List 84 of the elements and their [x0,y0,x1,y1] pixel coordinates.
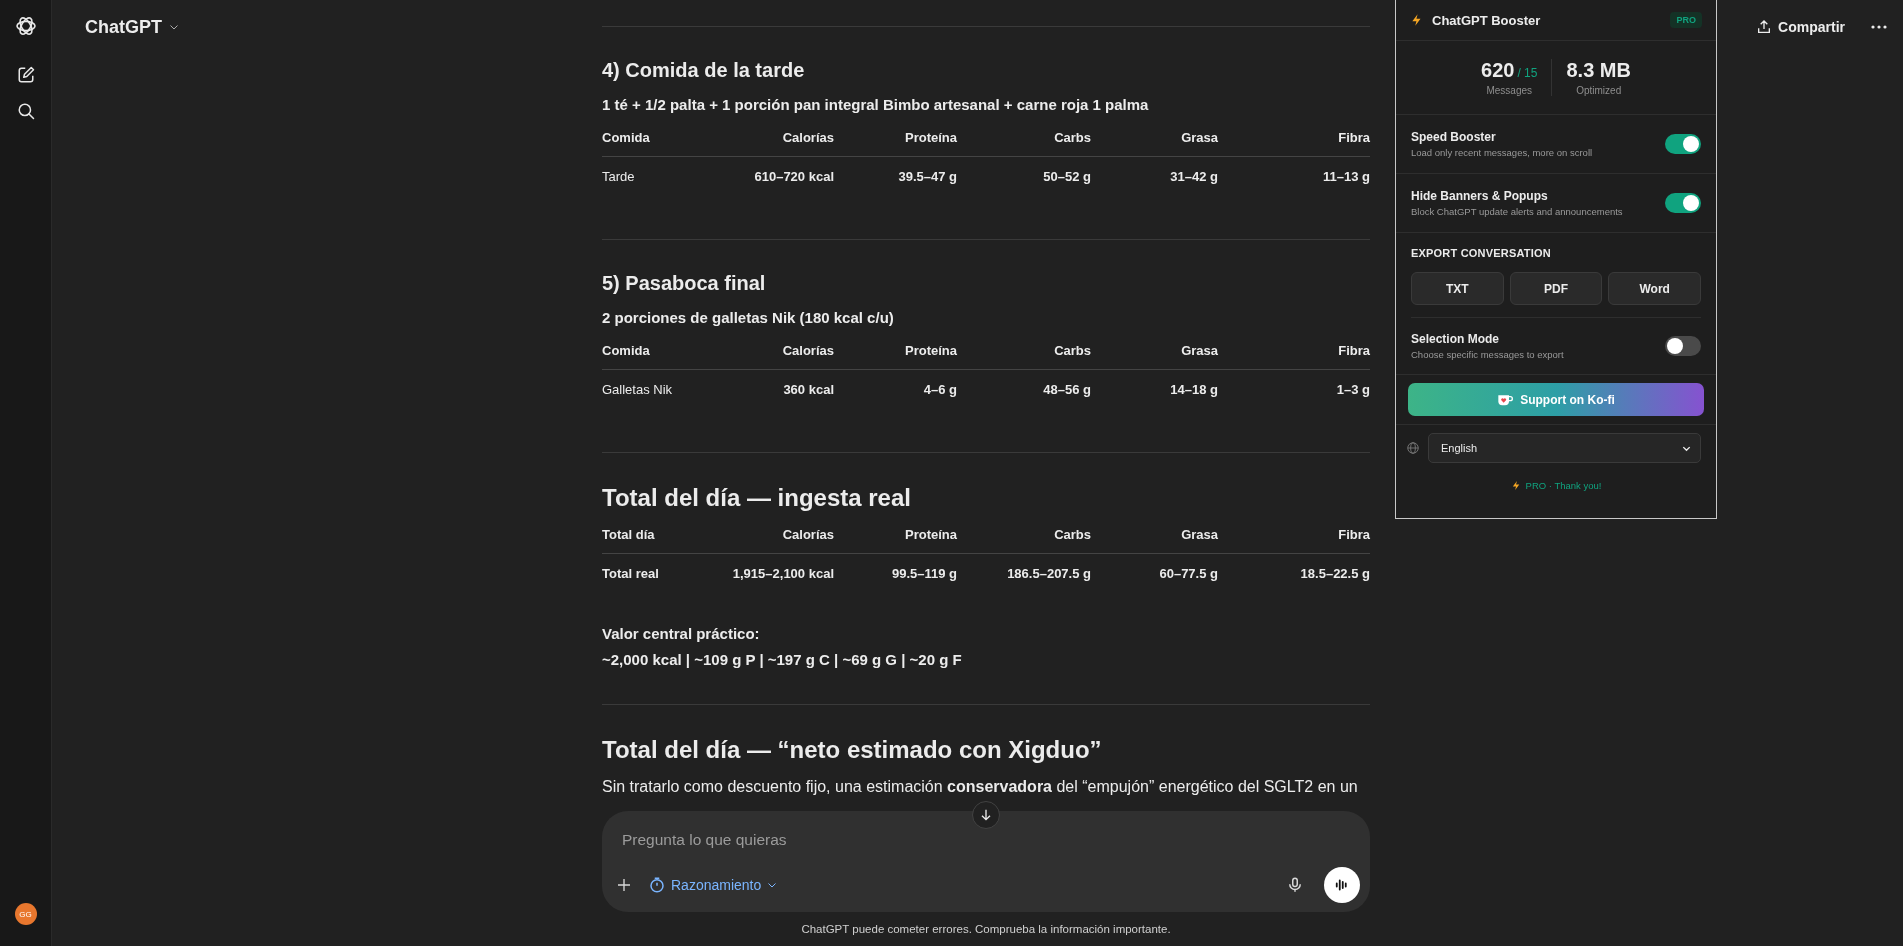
table-cell-text: Total real [602,565,660,583]
section-title: Total del día — “neto estimado con Xigduo” [602,735,1103,765]
stat-label: Messages [1486,85,1533,96]
export-button[interactable]: Word [1608,272,1701,305]
table-cell-text: 1,915–2,100 kcal [731,565,834,583]
setting-title: Speed Booster [1411,130,1497,144]
timer-icon [648,876,666,894]
table-cell-text: 360 kcal [782,381,834,399]
setting-title: Hide Banners & Popups [1411,189,1549,203]
summary-line: ~2,000 kcal | ~109 g P | ~197 g C | ~69 g G | ~20 g F [602,650,962,670]
export-button[interactable]: TXT [1411,272,1504,305]
stat-value: 8.3 MB [1566,59,1631,82]
table-cell-text: 18.5–22.5 g [1299,565,1370,583]
column-header: Grasa [1180,526,1218,544]
section-heading: EXPORT CONVERSATION [1411,247,1552,259]
upload-icon [1756,19,1773,35]
reasoning-mode-button[interactable]: Razonamiento [642,872,785,898]
stat-value: 620 [1481,59,1515,82]
setting-title: Selection Mode [1411,332,1500,346]
section-heading: 5) Pasaboca final [602,271,767,296]
pro-badge: PRO [1670,12,1702,28]
column-header: Fibra [1337,342,1370,360]
voice-mode-button[interactable] [1324,867,1360,903]
setting-description: Load only recent messages, more on scroll [1411,147,1594,158]
column-header: Carbs [1053,342,1091,360]
share-button[interactable]: Compartir [1752,13,1849,41]
section-title: Total del día — ingesta real [602,483,912,513]
new-chat-icon[interactable] [16,66,35,84]
setting-description: Choose specific messages to export [1411,349,1565,360]
table-cell-text: 99.5–119 g [890,565,957,583]
scroll-down-button[interactable] [972,801,1000,829]
toggle-switch[interactable] [1665,336,1701,356]
column-header: Fibra [1337,526,1370,544]
stat-label: Optimized [1576,85,1622,96]
column-header: Proteína [904,342,957,360]
section-subtitle: 2 porciones de galletas Nik (180 kcal c/u) [602,308,895,328]
export-button[interactable]: PDF [1509,272,1603,305]
paragraph: Sin tratarlo como descuento fijo, una estimación conservadora del “empujón” energético del SGLT2 en un [602,777,1358,797]
column-header: Calorías [781,129,834,147]
table-cell-text: Tarde [602,168,636,186]
plus-icon [616,877,632,893]
logo-icon[interactable] [13,14,38,38]
column-header: Grasa [1180,129,1218,147]
table-cell-text: 39.5–47 g [897,168,957,186]
column-header: Comida [602,129,651,147]
more-icon[interactable] [1871,25,1887,29]
summary-line: Valor central práctico: [602,624,760,644]
language-select[interactable]: English [1428,433,1701,463]
cup-icon [1497,392,1514,407]
section-subtitle: 1 té + 1/2 palta + 1 porción pan integral Bimbo artesanal + carne roja 1 palma [602,95,1150,115]
toggle-switch[interactable] [1665,193,1701,213]
column-header: Comida [602,342,651,360]
disclaimer-text: ChatGPT puede cometer errores. Comprueba la información importante. [801,923,1171,935]
column-header: Calorías [781,526,834,544]
search-icon[interactable] [16,102,35,120]
table-cell-text: 60–77.5 g [1158,565,1218,583]
table-cell-text: 11–13 g [1322,168,1370,186]
table-cell-text: 1–3 g [1335,381,1370,399]
message-field[interactable]: Pregunta lo que quieras Razonamiento [602,811,1370,912]
table-cell-text: 186.5–207.5 g [1006,565,1091,583]
thank-you-text: PRO · Thank you! [1525,480,1602,491]
column-header: Carbs [1053,526,1091,544]
model-selector[interactable]: ChatGPT [85,16,180,38]
stat-total: / 15 [1517,66,1538,80]
toggle-switch[interactable] [1665,134,1701,154]
table-cell-text: 31–42 g [1169,168,1218,186]
table-cell-text: Galletas Nik [602,381,674,399]
panel-title: ChatGPT Booster [1432,12,1542,28]
column-header: Grasa [1180,342,1218,360]
table-cell-text: 4–6 g [922,381,957,399]
column-header: Total día [602,526,656,544]
microphone-icon [1286,876,1304,894]
column-header: Calorías [781,342,834,360]
column-header: Carbs [1053,129,1091,147]
table-cell-text: 48–56 g [1042,381,1091,399]
table-cell-text: 14–18 g [1169,381,1218,399]
section-heading: 4) Comida de la tarde [602,58,806,83]
table-cell-text: 610–720 kcal [753,168,834,186]
column-header: Proteína [904,526,957,544]
column-header: Fibra [1337,129,1370,147]
table-cell-text: 50–52 g [1042,168,1091,186]
setting-description: Block ChatGPT update alerts and announcements [1411,206,1624,217]
globe-icon [1406,441,1420,455]
column-header: Proteína [904,129,957,147]
